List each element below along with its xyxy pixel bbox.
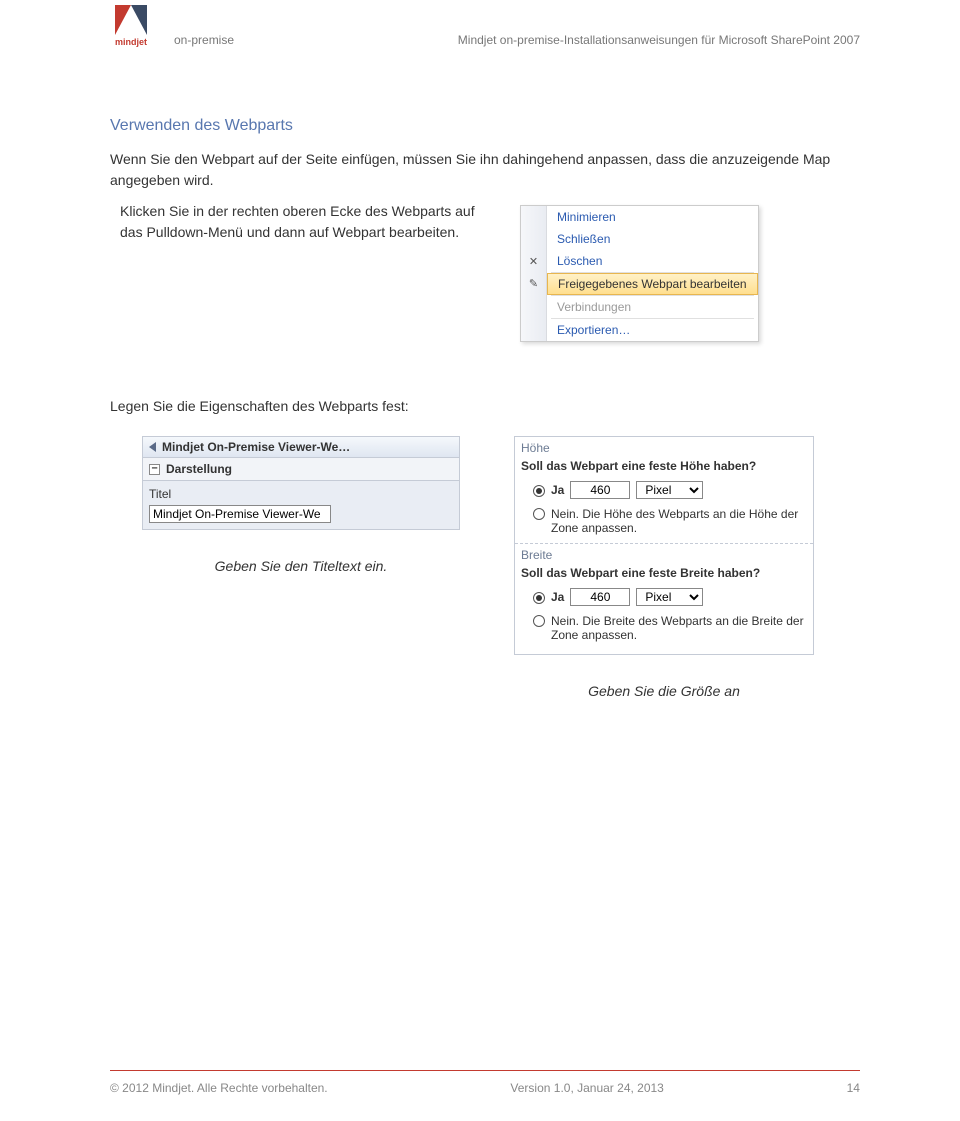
height-value-input[interactable] [570, 481, 630, 499]
height-question: Soll das Webpart eine feste Höhe haben? [515, 457, 813, 479]
footer-copyright: © 2012 Mindjet. Alle Rechte vorbehalten. [110, 1081, 328, 1095]
title-panel-caption: Geben Sie den Titeltext ein. [142, 558, 460, 574]
height-group-label: Höhe [515, 437, 813, 457]
width-radio-no[interactable] [533, 615, 545, 627]
width-question: Soll das Webpart eine feste Breite haben… [515, 564, 813, 586]
webpart-context-menu: ✕ ✎ Minimieren Schließen Löschen Freigeg… [520, 205, 759, 342]
footer-version: Version 1.0, Januar 24, 2013 [510, 1081, 663, 1095]
mindjet-logo-icon [115, 5, 147, 35]
width-radio-yes[interactable] [533, 592, 545, 604]
edit-icon: ✎ [521, 272, 546, 294]
brand-word: mindjet [115, 37, 147, 47]
size-panel-caption: Geben Sie die Größe an [514, 683, 814, 699]
page-footer: © 2012 Mindjet. Alle Rechte vorbehalten.… [110, 1070, 860, 1095]
menu-item-close[interactable]: Schließen [547, 228, 758, 250]
footer-page-number: 14 [847, 1081, 860, 1095]
menu-item-delete[interactable]: Löschen [547, 250, 758, 272]
section-title: Verwenden des Webparts [110, 117, 860, 135]
section-paragraph-2: Klicken Sie in der rechten oberen Ecke d… [120, 201, 480, 243]
height-no-label: Nein. Die Höhe des Webparts an die Höhe … [551, 507, 807, 535]
appearance-group-header[interactable]: − Darstellung [143, 458, 459, 481]
appearance-panel: Mindjet On-Premise Viewer-We… − Darstell… [142, 436, 460, 530]
appearance-panel-header[interactable]: Mindjet On-Premise Viewer-We… [143, 437, 459, 458]
appearance-panel-title: Mindjet On-Premise Viewer-We… [162, 440, 350, 454]
width-no-label: Nein. Die Breite des Webparts an die Bre… [551, 614, 807, 642]
properties-intro-text: Legen Sie die Eigenschaften des Webparts… [110, 398, 860, 414]
header-right-text: Mindjet on-premise-Installationsanweisun… [458, 33, 860, 47]
height-yes-label: Ja [551, 483, 564, 497]
menu-item-edit-shared-webpart[interactable]: Freigegebenes Webpart bearbeiten [547, 273, 758, 295]
brand-logo: mindjet [110, 5, 152, 47]
title-input[interactable] [149, 505, 331, 523]
delete-icon: ✕ [521, 250, 546, 272]
height-unit-select[interactable]: Pixel [636, 481, 703, 499]
menu-item-export[interactable]: Exportieren… [547, 319, 758, 341]
appearance-group-label: Darstellung [166, 462, 232, 476]
width-yes-label: Ja [551, 590, 564, 604]
page-header: mindjet on-premise Mindjet on-premise-In… [110, 5, 860, 47]
width-unit-select[interactable]: Pixel [636, 588, 703, 606]
menu-item-connections[interactable]: Verbindungen [547, 296, 758, 318]
size-panel: Höhe Soll das Webpart eine feste Höhe ha… [514, 436, 814, 655]
collapse-left-icon [149, 442, 156, 452]
height-radio-no[interactable] [533, 508, 545, 520]
section-paragraph-1: Wenn Sie den Webpart auf der Seite einfü… [110, 149, 860, 191]
width-group-label: Breite [515, 543, 813, 564]
collapse-toggle-icon: − [149, 464, 160, 475]
menu-item-minimize[interactable]: Minimieren [547, 206, 758, 228]
header-left-text: on-premise [174, 33, 234, 47]
title-field-label: Titel [149, 487, 453, 501]
context-menu-gutter: ✕ ✎ [521, 206, 547, 341]
width-value-input[interactable] [570, 588, 630, 606]
height-radio-yes[interactable] [533, 485, 545, 497]
